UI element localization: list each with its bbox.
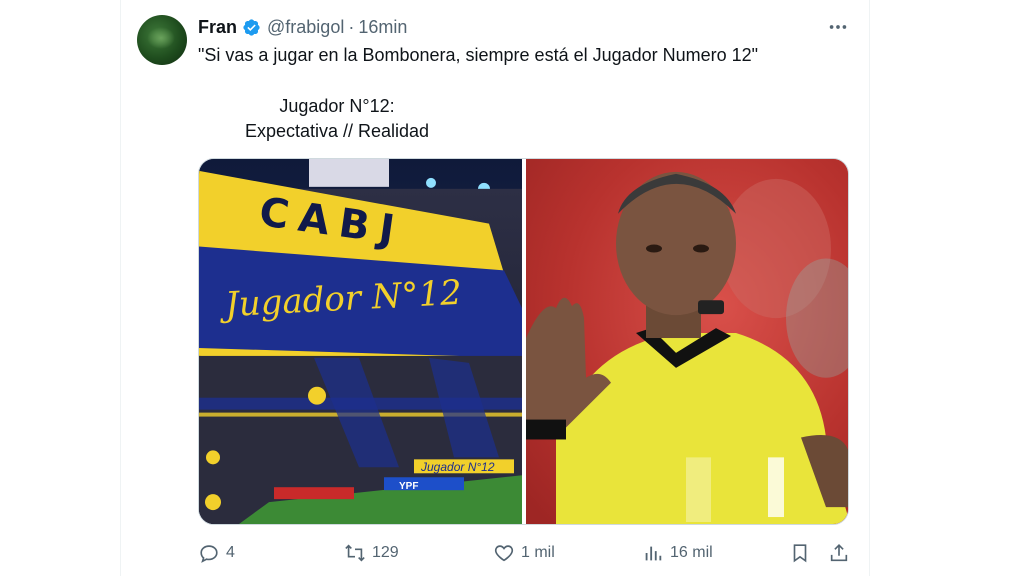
more-dots-icon bbox=[829, 25, 847, 29]
retweet-count: 129 bbox=[372, 544, 399, 561]
retweet-button[interactable]: 129 bbox=[344, 540, 399, 566]
small-banner: Jugador N°12 bbox=[421, 460, 495, 474]
media-grid[interactable]: CABJ Jugador N°12 YPF Jugador N°12 bbox=[198, 158, 849, 525]
caption-line-1: Jugador N°12: bbox=[279, 96, 395, 116]
like-button[interactable]: 1 mil bbox=[493, 540, 555, 566]
tweet-header: Fran @frabigol · 16min bbox=[198, 15, 407, 39]
referee-photo[interactable] bbox=[526, 159, 848, 524]
timestamp[interactable]: 16min bbox=[358, 17, 407, 38]
author-handle[interactable]: @frabigol bbox=[267, 17, 344, 38]
views-button[interactable]: 16 mil bbox=[642, 540, 713, 566]
more-options-button[interactable] bbox=[825, 14, 851, 40]
reply-count: 4 bbox=[226, 544, 235, 561]
ypf-ad: YPF bbox=[399, 481, 419, 492]
separator-dot: · bbox=[348, 16, 355, 37]
author-name[interactable]: Fran bbox=[198, 17, 237, 38]
bookmark-icon bbox=[793, 544, 807, 563]
views-count: 16 mil bbox=[670, 544, 713, 561]
action-bar: 4 129 1 mil 16 mil bbox=[0, 540, 1024, 566]
like-count: 1 mil bbox=[521, 544, 555, 561]
avatar[interactable] bbox=[137, 15, 187, 65]
tweet-text: "Si vas a jugar en la Bombonera, siempre… bbox=[198, 45, 759, 65]
retweet-icon bbox=[345, 544, 365, 562]
caption-line-2: Expectativa // Realidad bbox=[244, 121, 430, 141]
verified-badge-icon bbox=[242, 18, 261, 37]
share-button[interactable] bbox=[828, 540, 850, 566]
stadium-photo[interactable]: CABJ Jugador N°12 YPF Jugador N°12 bbox=[199, 159, 522, 524]
bookmark-button[interactable] bbox=[789, 540, 811, 566]
share-icon bbox=[830, 544, 848, 562]
heart-icon bbox=[494, 545, 514, 562]
reply-icon bbox=[200, 545, 218, 563]
views-chart-icon bbox=[645, 546, 662, 561]
reply-button[interactable]: 4 bbox=[198, 540, 235, 566]
